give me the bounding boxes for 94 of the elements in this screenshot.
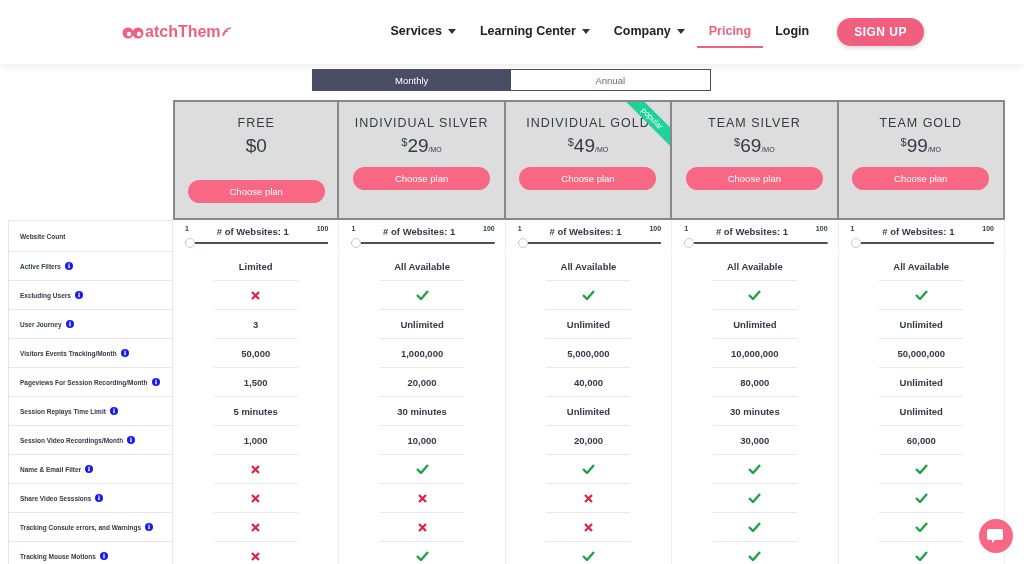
feature-value: 5 minutes [233, 405, 278, 417]
info-icon[interactable] [127, 436, 136, 444]
info-icon[interactable] [64, 262, 73, 270]
plan-name: FREE [237, 116, 275, 130]
feature-value: All Available [893, 260, 950, 272]
feature-value: 80,000 [740, 376, 770, 388]
plan-name: INDIVIDUAL SILVER [354, 116, 489, 130]
feature-value: 40,000 [573, 376, 603, 388]
slider-reading: # of Websites: 1 [549, 226, 622, 237]
feature-value: 10,000 [407, 434, 437, 446]
check-icon [748, 551, 762, 561]
feature-value: 30 minutes [397, 405, 447, 417]
feature-value: 50,000,000 [897, 347, 945, 359]
check-icon [415, 464, 429, 474]
plan-price: $0 [245, 135, 267, 158]
feature-value: Unlimited [899, 405, 943, 417]
feature-value: 30,000 [740, 434, 770, 446]
feature-value: 5,000,000 [567, 347, 610, 359]
info-icon[interactable] [95, 494, 104, 502]
check-icon [415, 290, 429, 300]
info-icon[interactable] [145, 523, 154, 531]
info-icon[interactable] [99, 552, 108, 560]
feature-value: 30 minutes [730, 405, 780, 417]
check-icon [748, 290, 762, 300]
choose-plan-button[interactable]: Choose plan [187, 180, 325, 203]
cross-icon [583, 493, 593, 503]
cross-icon [417, 522, 427, 532]
sign-up-button[interactable]: SIGN UP [837, 18, 924, 46]
chat-icon [987, 528, 1005, 544]
feature-value: Unlimited [400, 318, 444, 330]
check-icon [581, 551, 595, 561]
check-icon [415, 551, 429, 561]
check-icon [914, 464, 928, 474]
check-icon [748, 493, 762, 503]
feature-value: Unlimited [566, 405, 611, 417]
feature-value: Unlimited [899, 318, 943, 330]
plan-name: TEAM GOLD [879, 116, 963, 130]
caret-icon [447, 28, 456, 34]
slider-reading: # of Websites: 1 [216, 226, 289, 237]
info-icon[interactable] [120, 349, 129, 357]
feature-value: 20,000 [573, 434, 603, 446]
plan-name: TEAM SILVER [708, 116, 801, 130]
feature-value: 60,000 [906, 434, 936, 446]
feature-value: All Available [394, 260, 450, 272]
slider-reading: # of Websites: 1 [882, 226, 955, 237]
slider-reading: # of Websites: 1 [383, 226, 456, 237]
feature-value: 3 [253, 318, 259, 330]
nav-link[interactable]: Services [378, 16, 468, 48]
check-icon [914, 522, 928, 532]
chat-button[interactable] [979, 519, 1013, 553]
cross-icon [251, 522, 261, 532]
nav-link[interactable]: Login [763, 16, 822, 48]
choose-plan-button[interactable]: Choose plan [353, 167, 491, 190]
slider-reading: # of Websites: 1 [715, 226, 789, 237]
choose-plan-button[interactable]: Choose plan [685, 167, 823, 190]
feature-value: All Available [726, 260, 783, 272]
caret-icon [676, 28, 685, 34]
info-icon[interactable] [109, 407, 118, 415]
feature-value: Unlimited [899, 376, 943, 388]
nav-link[interactable]: Learning Center [467, 16, 602, 48]
billing-tab[interactable]: Monthly [312, 70, 511, 90]
check-icon [748, 464, 762, 474]
feature-value: 1,000,000 [400, 347, 444, 359]
info-icon[interactable] [151, 378, 160, 386]
feature-value: All Available [560, 260, 617, 272]
caret-icon [581, 28, 590, 34]
info-icon[interactable] [65, 320, 74, 328]
logo-text[interactable]: atchThem [145, 23, 221, 41]
feature-value: 1,500 [243, 376, 268, 388]
nav-link[interactable]: Company [601, 16, 697, 48]
cross-icon [251, 493, 261, 503]
feature-value: 10,000,000 [731, 347, 779, 359]
feature-value: 1,000 [243, 434, 268, 446]
info-icon[interactable] [85, 465, 94, 473]
choose-plan-button[interactable]: Choose plan [519, 167, 657, 190]
check-icon [748, 522, 762, 532]
check-icon [581, 464, 595, 474]
check-icon [581, 290, 595, 300]
info-icon[interactable] [74, 291, 83, 299]
check-icon [914, 493, 928, 503]
nav-link[interactable]: Pricing [696, 16, 764, 48]
cross-icon [251, 290, 261, 300]
cross-icon [251, 551, 261, 561]
cross-icon [583, 522, 593, 532]
feature-value: Unlimited [733, 318, 777, 330]
cross-icon [417, 493, 427, 503]
feature-value: 50,000 [241, 347, 271, 359]
check-icon [914, 551, 928, 561]
feature-value: Unlimited [566, 318, 611, 330]
choose-plan-button[interactable]: Choose plan [852, 167, 990, 190]
feature-value: 20,000 [407, 376, 437, 388]
check-icon [914, 290, 928, 300]
cross-icon [251, 464, 261, 474]
feature-value: Limited [238, 260, 273, 272]
